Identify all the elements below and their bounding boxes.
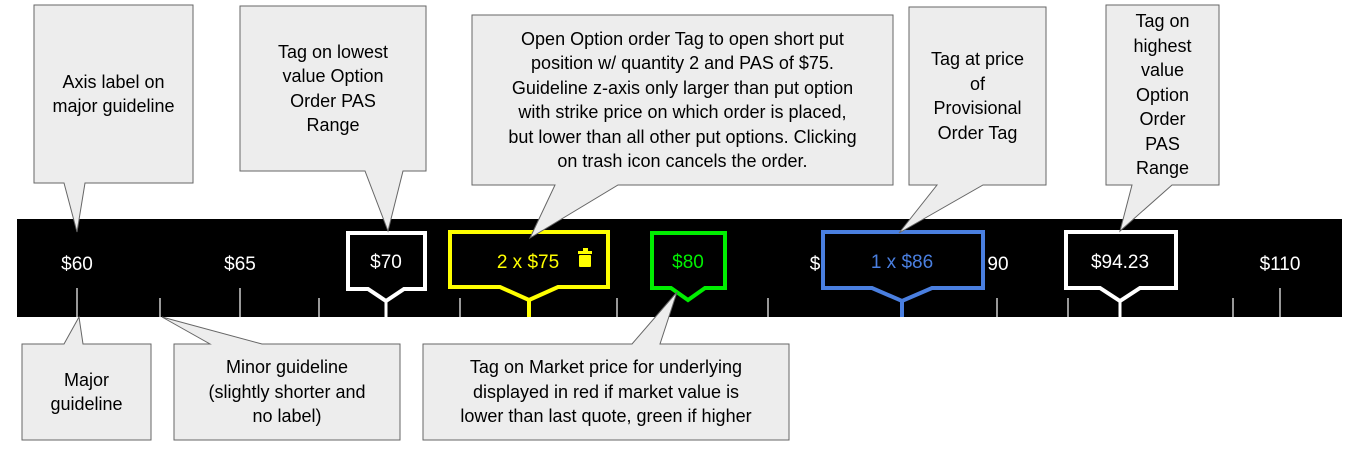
callout-highest-pas-shape — [1105, 4, 1220, 233]
axis-label-60: $60 — [61, 254, 93, 275]
callout-major-guideline-shape — [21, 315, 152, 441]
diagram-canvas: $60 $65 $110 $ 90 $70 2 x $75 $80 1 x $8… — [17, 4, 1342, 441]
axis-label-partial-90: 90 — [987, 254, 1008, 275]
axis-label-partial-dollar: $ — [810, 254, 821, 275]
range-high-tag-label: $94.23 — [1091, 252, 1149, 273]
axis-label-110: $110 — [1260, 254, 1301, 275]
order-tag-label: 2 x $75 — [497, 252, 559, 273]
market-price-tag-label: $80 — [672, 252, 704, 273]
callout-lowest-pas-shape — [239, 5, 427, 233]
market-price-tag: $80 — [650, 231, 727, 303]
axis-label-65: $65 — [224, 254, 256, 275]
range-low-tag-label: $70 — [370, 252, 402, 273]
callout-provisional-shape — [898, 6, 1047, 234]
provisional-order-tag-label: 1 x $86 — [871, 252, 933, 273]
callout-axis-label-shape — [33, 4, 194, 233]
callout-open-order-shape — [471, 14, 894, 240]
callout-minor-guideline-shape — [161, 316, 401, 441]
